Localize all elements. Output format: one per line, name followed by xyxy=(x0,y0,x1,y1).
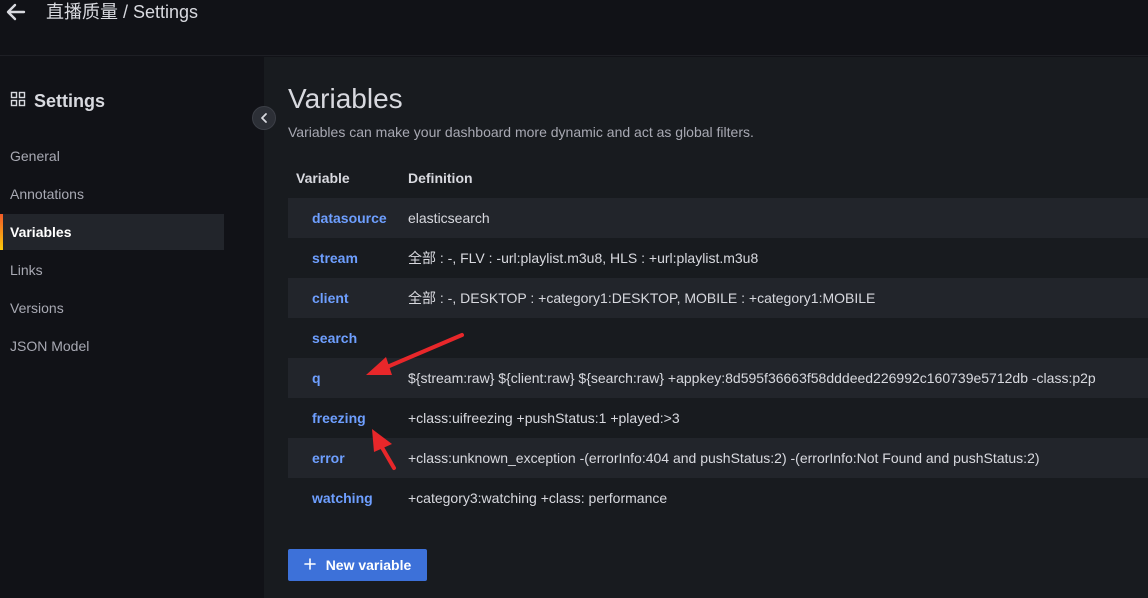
breadcrumb: 直播质量 / Settings xyxy=(46,2,199,22)
variable-definition: 全部 : -, DESKTOP : +category1:DESKTOP, MO… xyxy=(408,290,876,306)
variable-name-link[interactable]: client xyxy=(288,290,408,306)
new-variable-label: New variable xyxy=(325,557,412,573)
chevron-left-icon xyxy=(261,113,267,123)
sidebar-title-label: Settings xyxy=(34,91,106,111)
table-row: datasource elasticsearch xyxy=(288,198,1148,238)
variable-name-link[interactable]: datasource xyxy=(288,210,408,226)
variable-definition: 全部 : -, FLV : -url:playlist.m3u8, HLS : … xyxy=(408,250,759,266)
variable-definition: +category3:watching +class: performance xyxy=(408,490,668,506)
variable-name-link[interactable]: error xyxy=(288,450,408,466)
table-row: q ${stream:raw} ${client:raw} ${search:r… xyxy=(288,358,1148,398)
variable-definition: +class:uifreezing +pushStatus:1 +played:… xyxy=(408,410,680,426)
sidebar-item-general[interactable]: General xyxy=(0,138,224,174)
header-variable: Variable xyxy=(296,170,350,186)
table-body: datasource elasticsearch stream 全部 : -, … xyxy=(288,198,1148,518)
variable-name-link[interactable]: q xyxy=(288,370,408,386)
header-definition: Definition xyxy=(408,170,473,186)
grid-icon xyxy=(10,91,26,112)
settings-sidebar: Settings General Annotations Variables L… xyxy=(0,57,264,598)
sidebar-item-versions[interactable]: Versions xyxy=(0,290,224,326)
variable-name-link[interactable]: watching xyxy=(288,490,408,506)
plus-icon xyxy=(303,557,316,573)
top-bar: 直播质量 / Settings xyxy=(0,0,1148,56)
sidebar-item-variables[interactable]: Variables xyxy=(0,214,224,250)
page-subtitle: Variables can make your dashboard more d… xyxy=(288,124,754,140)
variables-table: Variable Definition datasource elasticse… xyxy=(288,158,1148,518)
variable-definition: +class:unknown_exception -(errorInfo:404… xyxy=(408,450,1040,466)
collapse-sidebar-button[interactable] xyxy=(252,106,276,130)
table-row: client 全部 : -, DESKTOP : +category1:DESK… xyxy=(288,278,1148,318)
page-title: Variables xyxy=(288,83,403,114)
variable-name-link[interactable]: stream xyxy=(288,250,408,266)
variable-definition: elasticsearch xyxy=(408,210,490,226)
variable-definition: ${stream:raw} ${client:raw} ${search:raw… xyxy=(408,370,1096,386)
sidebar-item-links[interactable]: Links xyxy=(0,252,224,288)
sidebar-item-annotations[interactable]: Annotations xyxy=(0,176,224,212)
table-row: watching +category3:watching +class: per… xyxy=(288,478,1148,518)
table-row: freezing +class:uifreezing +pushStatus:1… xyxy=(288,398,1148,438)
variable-name-link[interactable]: freezing xyxy=(288,410,408,426)
table-row: error +class:unknown_exception -(errorIn… xyxy=(288,438,1148,478)
table-row: search xyxy=(288,318,1148,358)
sidebar-title: Settings xyxy=(10,91,105,112)
variable-name-link[interactable]: search xyxy=(288,330,408,346)
main-content: Variables Variables can make your dashbo… xyxy=(264,57,1148,598)
table-header: Variable Definition xyxy=(288,158,1148,198)
new-variable-button[interactable]: New variable xyxy=(288,549,427,581)
table-row: stream 全部 : -, FLV : -url:playlist.m3u8,… xyxy=(288,238,1148,278)
back-arrow-icon[interactable] xyxy=(4,0,28,24)
sidebar-item-json-model[interactable]: JSON Model xyxy=(0,328,224,364)
